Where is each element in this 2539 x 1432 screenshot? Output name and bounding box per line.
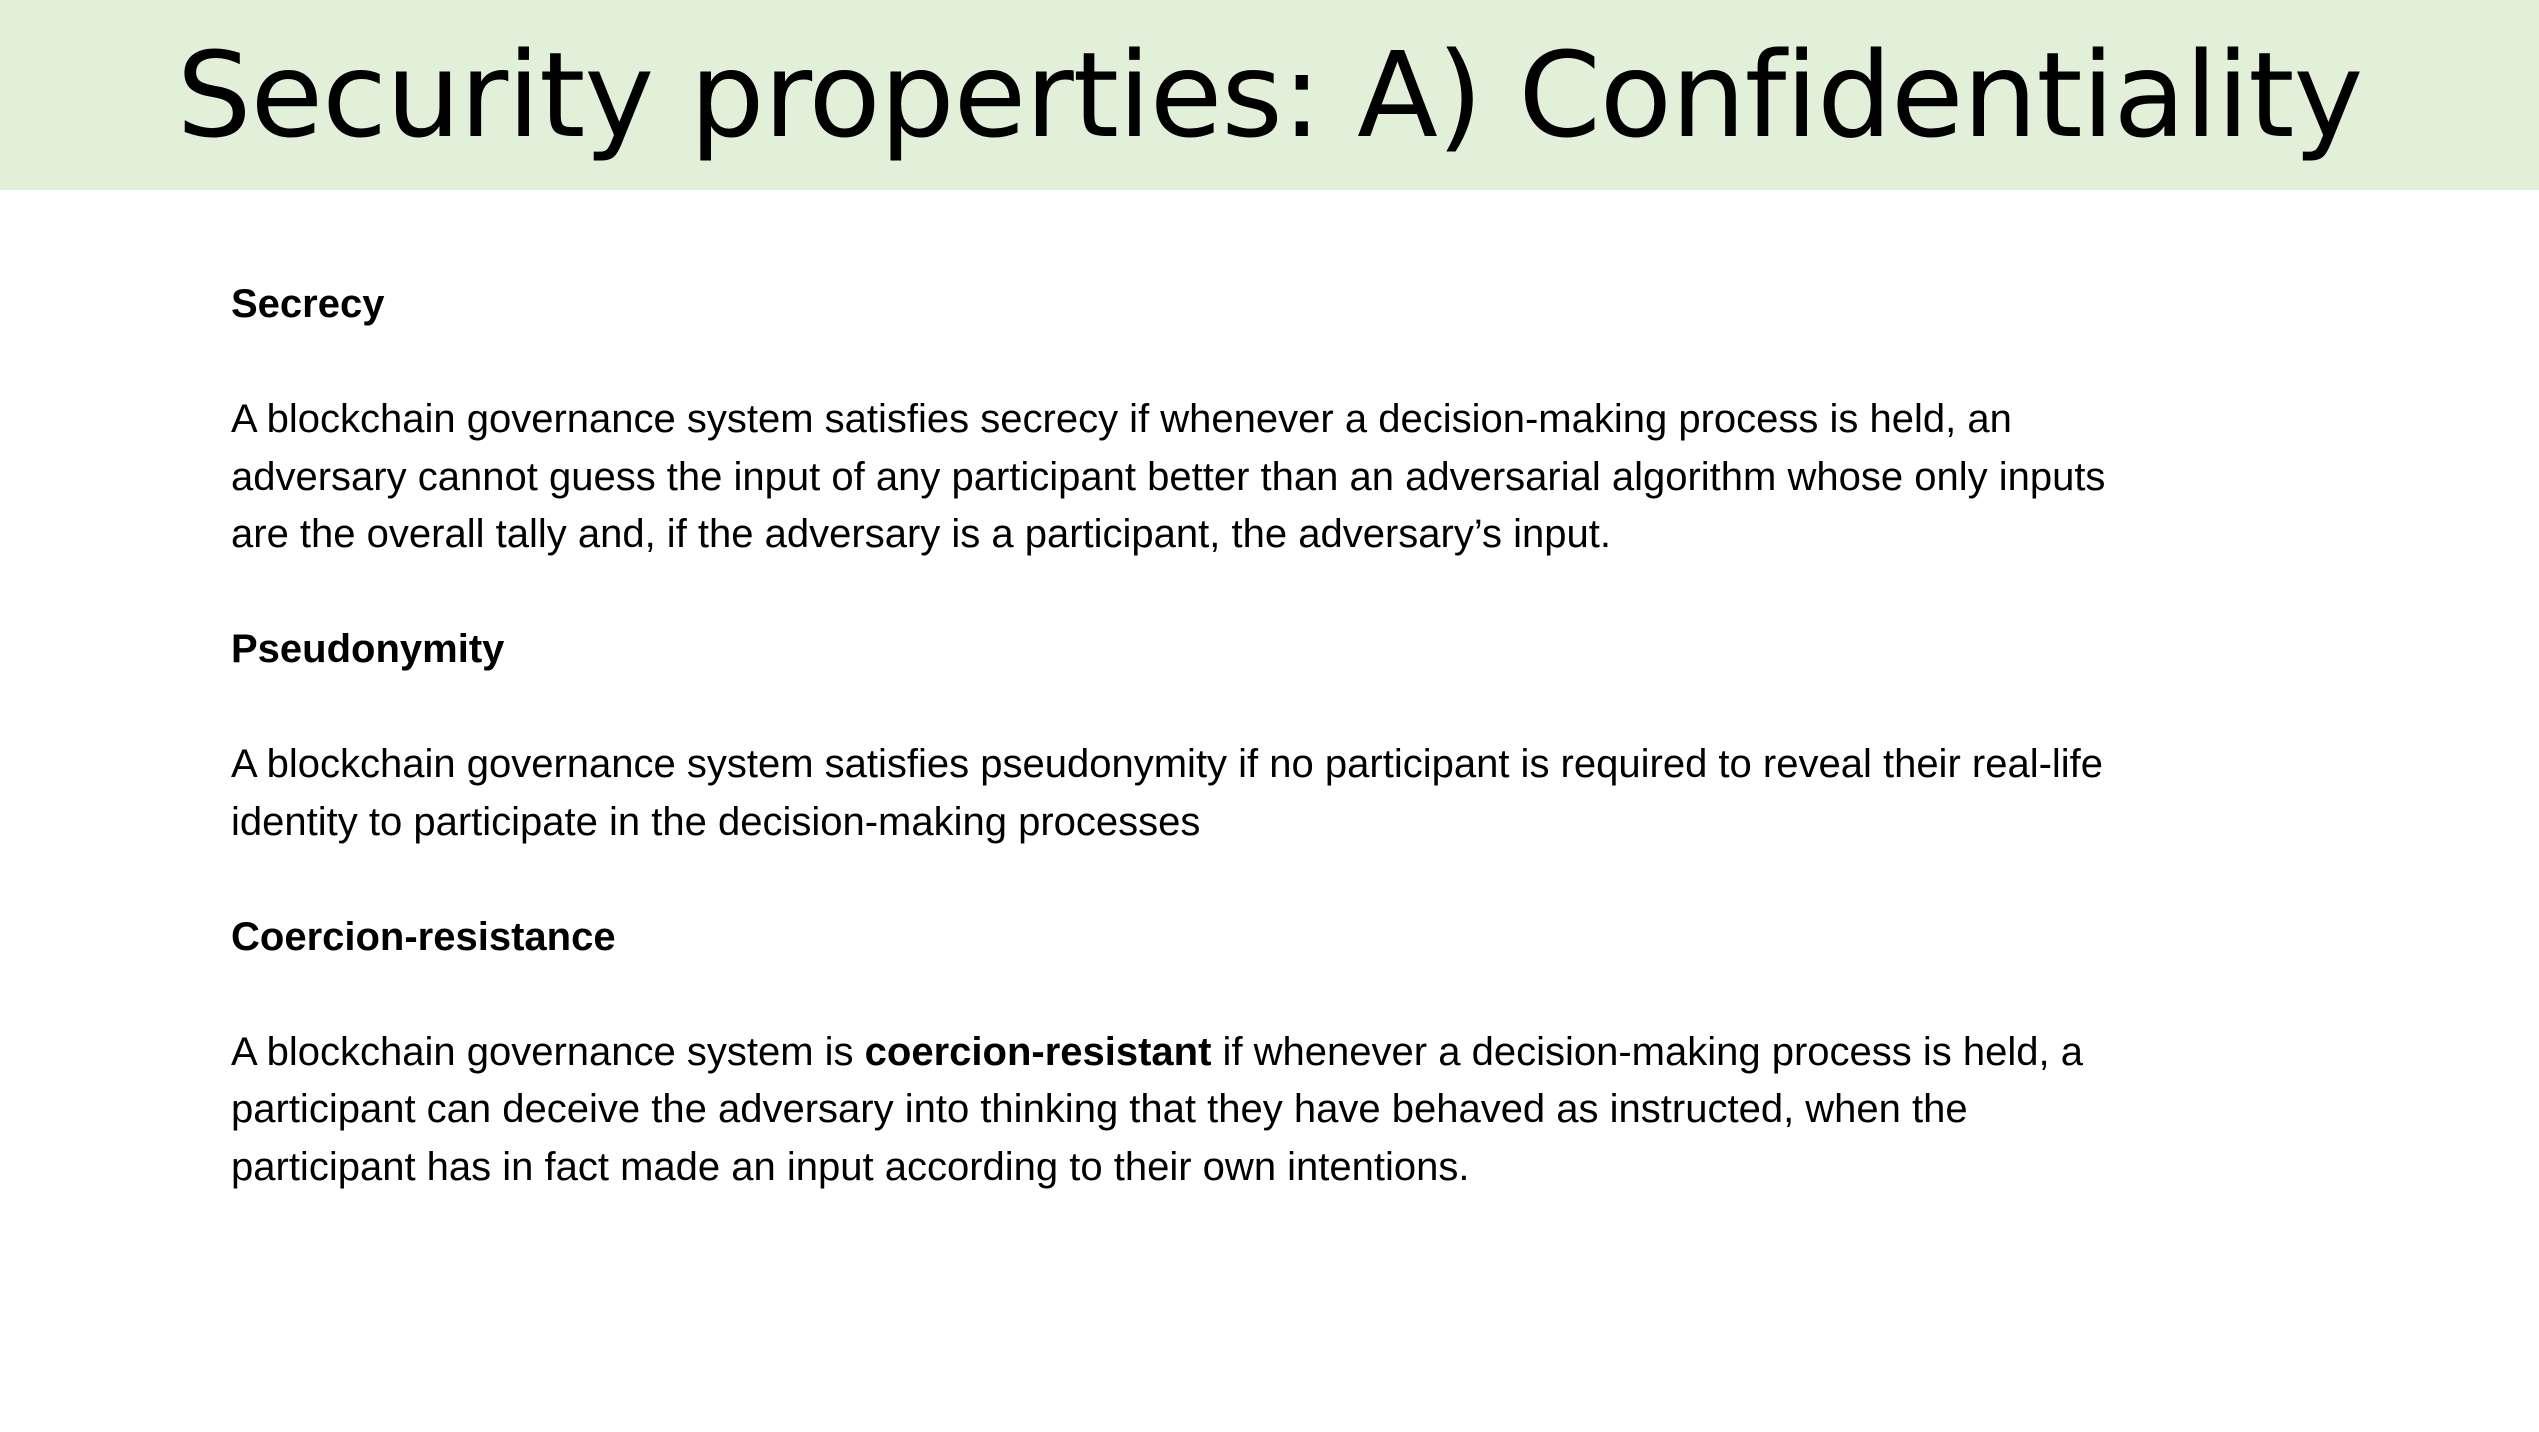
section-body-pseudonymity: A blockchain governance system satisfies… — [231, 736, 2351, 851]
body-line: identity to participate in the decision-… — [231, 799, 1201, 844]
section-heading-coercion-resistance: Coercion-resistance — [231, 914, 616, 959]
section-heading-pseudonymity: Pseudonymity — [231, 627, 505, 671]
body-line: are the overall tally and, if the advers… — [231, 512, 1611, 556]
body-line: A blockchain governance system is coerci… — [231, 1024, 2351, 1082]
body-line: participant has in fact made an input ac… — [231, 1144, 1470, 1189]
body-line: A blockchain governance system satisfies… — [231, 397, 2012, 441]
body-line: adversary cannot guess the input of any … — [231, 454, 2106, 499]
body-text: if whenever a decision-making process is… — [1211, 1029, 2083, 1074]
body-line: A blockchain governance system satisfies… — [231, 742, 2104, 786]
slide-title: Security properties: A) Confidentiality — [176, 26, 2364, 164]
body-text: A blockchain governance system is — [231, 1029, 865, 1074]
body-line: participant can deceive the adversary in… — [231, 1087, 1968, 1131]
section-body-coercion-resistance: A blockchain governance system is coerci… — [231, 1024, 2351, 1197]
emphasized-term: coercion-resistant — [864, 1029, 1212, 1074]
section-body-secrecy: A blockchain governance system satisfies… — [231, 391, 2351, 564]
section-heading-secrecy: Secrecy — [231, 282, 385, 326]
slide: Security properties: A) Confidentiality … — [0, 0, 2539, 1432]
slide-content: Secrecy A blockchain governance system s… — [231, 276, 2351, 1254]
